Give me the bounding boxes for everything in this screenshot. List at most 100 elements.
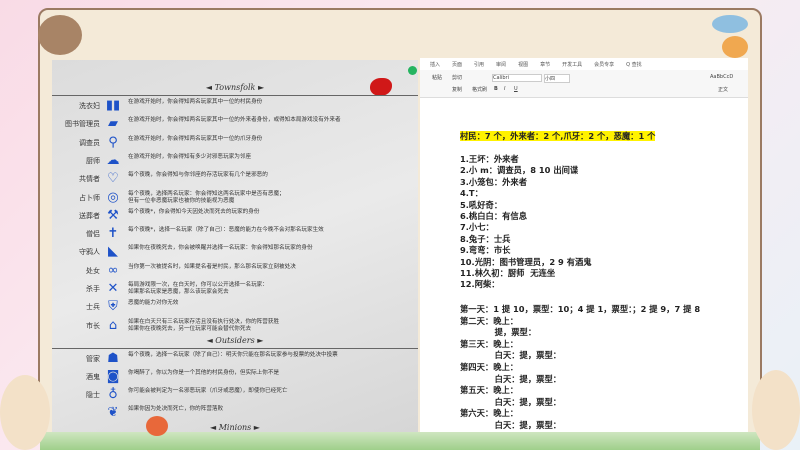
cat-decoration-left — [0, 375, 50, 450]
ribbon-tab[interactable]: 章节 — [540, 61, 550, 68]
document-line: 第五天：晚上： — [460, 385, 519, 396]
character-row: 厨师 ☁ 在游戏开始时，你会得知有多少对邪恶玩家为邻座 — [52, 153, 418, 169]
character-row: 酒鬼 ◙ 你喝醉了，你以为你是一个其他的村民身份，但实际上你不是 — [52, 369, 418, 385]
ribbon-tab[interactable]: 引用 — [474, 61, 484, 68]
character-row: 共情者 ♡ 每个夜晚，你会得知与你邻座的存活玩家有几个是邪恶的 — [52, 171, 418, 187]
character-name: 酒鬼 — [86, 373, 100, 381]
character-ability: 每个夜晚，选择两名玩家：你会得知这两名玩家中是否有恶魔； 但有一位非恶魔玩家也被… — [128, 190, 285, 204]
character-name: 厨师 — [86, 156, 100, 165]
bold-button[interactable]: B — [494, 86, 498, 92]
character-name: 调查员 — [79, 138, 100, 147]
character-ability: 在游戏开始时，你会得知两名玩家其中一位的爪牙身份 — [128, 135, 263, 142]
character-row: 僧侣 ✝ 每个夜晚*，选择一名玩家（除了自己）：恶魔的能力在今晚不会对那名玩家生效 — [52, 226, 418, 242]
character-row: 洗衣妇 ▮▮ 在游戏开始时，你会得知两名玩家其中一位的村民身份 — [52, 98, 418, 114]
font-select[interactable]: Calibri — [492, 74, 542, 82]
shovel-icon: ⚒ — [107, 207, 119, 223]
character-ability: 在游戏开始时，你会得知有多少对邪恶玩家为邻座 — [128, 153, 252, 160]
divider — [52, 95, 418, 96]
townsfolk-header: ◄ Townsfolk ► — [205, 83, 265, 92]
character-name: 管家 — [86, 355, 100, 363]
copy-button[interactable]: 复制 — [452, 86, 462, 93]
font-size-select[interactable]: 小四 — [544, 74, 570, 83]
italic-button[interactable]: I — [504, 86, 505, 92]
underline-button[interactable]: U — [514, 86, 518, 92]
document-line: 8.兔子：士兵 — [460, 233, 511, 244]
character-name: 隐士 — [86, 391, 100, 399]
ribbon-tab[interactable]: Q 查找 — [626, 61, 642, 68]
ribbon-tab[interactable]: 视图 — [518, 61, 528, 68]
style-preview[interactable]: AaBbCcD — [710, 74, 733, 80]
character-ability: 每个夜晚*，你会得知今天因处决而死去的玩家的身份 — [128, 208, 260, 215]
paste-button[interactable]: 粘贴 — [432, 74, 442, 81]
fish-decoration — [712, 15, 748, 33]
character-name: 图书管理员 — [65, 120, 100, 129]
character-ability: 如果你在夜晚死去，你会被唤醒并选择一名玩家：你会得知那名玩家的身份 — [128, 245, 313, 252]
character-name: 守鸦人 — [79, 248, 100, 257]
document-line: 3.小笼包：外来者 — [460, 176, 528, 187]
character-ability: 你可能会被判定为一名邪恶玩家（爪牙或恶魔），即使你已经死亡 — [128, 388, 288, 394]
highlighted-summary: 村民：7 个，外来者：2 个,爪牙：2 个，恶魔：1 个 — [460, 131, 656, 141]
document-line: 提，票型： — [460, 327, 537, 338]
character-row: 管家 ☗ 每个夜晚，选择一名玩家（除了自己）：明天你只能在那名玩家参与投票的处决中投… — [52, 351, 418, 367]
ribbon-tabs: 插入 页面 引用 审阅 视图 章节 开发工具 会员专享 Q 查找 — [420, 58, 748, 70]
document-line: 第六天：晚上： — [460, 408, 519, 419]
ribbon-tab[interactable]: 页面 — [452, 61, 462, 68]
character-row: ❦ 如果你因为处决而死亡，你的阵营落败 — [52, 405, 418, 421]
character-row: 送葬者 ⚒ 每个夜晚*，你会得知今天因处决而死去的玩家的身份 — [52, 208, 418, 224]
document-line: 第一天：1 提 10，票型：10；4 提 1，票型：；2 提 9，7 提 8 — [460, 304, 701, 314]
character-name: 占卜师 — [79, 193, 100, 202]
script-sheet-panel: ◄ Townsfolk ► 洗衣妇 ▮▮ 在游戏开始时，你会得知两名玩家其中一位的村… — [52, 60, 418, 432]
outsiders-header: ◄ Outsiders ► — [206, 336, 264, 345]
document-line: 白天：提，票型： — [460, 396, 562, 407]
character-row: 士兵 ⛨ 恶魔的能力对你无效 — [52, 299, 418, 315]
character-row: 图书管理员 ▰ 在游戏开始时，你会得知两名玩家其中一位的外来者身份，或得知本局游戏没… — [52, 116, 418, 132]
character-ability: 如果在白天只有三名玩家存活且没有执行处决，你的阵营获胜 如果你在夜晚死去，另一位… — [128, 318, 280, 332]
ribbon-tab[interactable]: 开发工具 — [562, 61, 582, 68]
ribbon-tab[interactable]: 会员专享 — [594, 61, 614, 68]
bread-decoration — [722, 36, 748, 58]
document-line: 白天：提，票型： — [460, 420, 562, 430]
character-name: 处女 — [86, 266, 100, 275]
book-icon: ▰ — [108, 116, 118, 132]
cross-icon: ✝ — [107, 226, 119, 242]
heart-icon: ♡ — [107, 171, 119, 187]
cut-button[interactable]: 剪切 — [452, 74, 462, 81]
format-painter-button[interactable]: 格式刷 — [472, 86, 487, 93]
ribbon-tab[interactable]: 插入 — [430, 61, 440, 68]
document-line: 11.林久初：厨师 无连坐 — [460, 268, 556, 278]
character-ability: 在游戏开始时，你会得知两名玩家其中一位的外来者身份，或得知本局游戏没有外来者 — [128, 117, 341, 124]
character-ability: 在游戏开始时，你会得知两名玩家其中一位的村民身份 — [128, 99, 263, 105]
character-name: 共情者 — [79, 175, 100, 184]
character-row: 杀手 ✕ 每局游戏限一次，在白天时，你可以公开选择一名玩家： 如果那名玩家是恶魔，那… — [52, 281, 418, 297]
document-line: 第三天：晚上： — [460, 338, 519, 349]
style-normal[interactable]: 正文 — [718, 86, 728, 93]
butler-icon: ☗ — [107, 351, 119, 366]
green-badge-icon[interactable] — [408, 66, 417, 75]
ribbon-toolbar: 粘贴 剪切 复制 格式刷 Calibri 小四 B I U AaBbCcD 正文 — [420, 70, 748, 98]
character-row: 隐士 ♁ 你可能会被判定为一名邪恶玩家（爪牙或恶魔），即使你已经死亡 — [52, 387, 418, 403]
document-line: 4.T： — [460, 188, 483, 199]
character-name: 市长 — [86, 321, 100, 330]
document-line: 白天：提，票型： — [460, 350, 562, 361]
town-hall-icon: ⌂ — [108, 317, 118, 333]
document-line: 6.桃白白：有信息 — [460, 211, 528, 221]
character-row: 市长 ⌂ 如果在白天只有三名玩家存活且没有执行处决，你的阵营获胜 如果你在夜晚死去，… — [52, 318, 418, 334]
character-ability: 如果你因为处决而死亡，你的阵营落败 — [128, 406, 224, 412]
raven-icon: ◣ — [108, 244, 118, 260]
cat-head-decoration — [38, 15, 82, 55]
document-summary: 村民：7 个，外来者：2 个,爪牙：2 个，恶魔：1 个 — [460, 130, 656, 142]
magnifier-icon: ⚲ — [108, 134, 118, 150]
document-line: 5.吼好奇： — [460, 199, 503, 210]
character-row: 处女 ∞ 当你第一次被提名时，如果提名者是村民，那么那名玩家立刻被处决 — [52, 263, 418, 279]
character-ability: 每个夜晚*，选择一名玩家（除了自己）：恶魔的能力在今晚不会对那名玩家生效 — [128, 227, 324, 234]
ribbon-tab[interactable]: 审阅 — [496, 61, 506, 68]
character-row: 占卜师 ◎ 每个夜晚，选择两名玩家：你会得知这两名玩家中是否有恶魔； 但有一位非恶魔… — [52, 190, 418, 206]
character-row: 调查员 ⚲ 在游戏开始时，你会得知两名玩家其中一位的爪牙身份 — [52, 135, 418, 151]
character-name: 送葬者 — [79, 211, 100, 220]
cat-decoration-right — [752, 370, 800, 450]
crystal-ball-icon: ◎ — [107, 189, 119, 205]
character-name: 杀手 — [86, 285, 100, 293]
rings-icon: ∞ — [107, 262, 119, 278]
document-line: 1.王坏：外来者 — [460, 154, 519, 164]
character-name: 士兵 — [86, 303, 100, 312]
